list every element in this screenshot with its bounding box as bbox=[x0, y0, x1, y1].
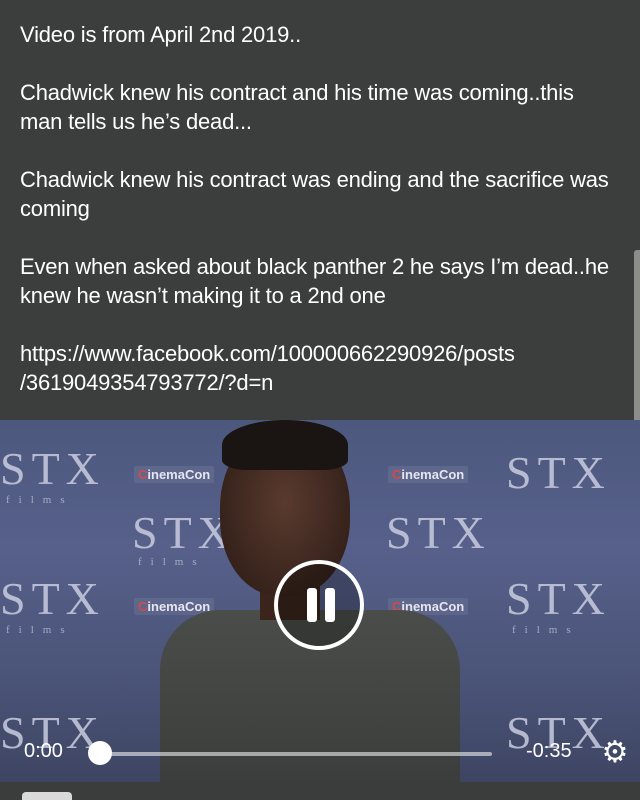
gear-icon[interactable]: ⚙ bbox=[598, 736, 632, 770]
backdrop-logo-sub: films bbox=[6, 494, 74, 506]
backdrop-logo: STX bbox=[506, 573, 611, 624]
post-paragraph-date: Video is from April 2nd 2019.. bbox=[20, 22, 301, 47]
post-text-area: Video is from April 2nd 2019.. Chadwick … bbox=[0, 0, 640, 420]
post-link[interactable]: https://www.facebook.com/100000662290926… bbox=[20, 339, 620, 397]
post-paragraph-sacrifice: Chadwick knew his contract was ending an… bbox=[20, 167, 609, 221]
current-time: 0:00 bbox=[24, 740, 63, 762]
backdrop-logo: STX bbox=[0, 573, 105, 624]
bottom-strip bbox=[0, 782, 640, 800]
seek-bar[interactable] bbox=[100, 752, 492, 756]
backdrop-logo: STX bbox=[506, 447, 611, 498]
remaining-time: -0:35 bbox=[526, 740, 572, 762]
post-paragraph-contract: Chadwick knew his contract and his time … bbox=[20, 80, 574, 134]
subject-hair bbox=[222, 420, 348, 470]
next-post-peek bbox=[22, 792, 72, 800]
seek-handle[interactable] bbox=[88, 741, 112, 765]
pause-button[interactable] bbox=[274, 560, 364, 650]
post-paragraph-black-panther: Even when asked about black panther 2 he… bbox=[20, 254, 609, 308]
pause-icon bbox=[307, 588, 317, 622]
post-body: Video is from April 2nd 2019.. Chadwick … bbox=[20, 20, 620, 426]
backdrop-logo-sub: films bbox=[512, 624, 580, 636]
pause-icon bbox=[325, 588, 335, 622]
backdrop-logo-sub: films bbox=[6, 624, 74, 636]
backdrop-logo: STX bbox=[0, 443, 105, 494]
video-controls: 0:00 -0:35 ⚙ bbox=[0, 726, 640, 776]
